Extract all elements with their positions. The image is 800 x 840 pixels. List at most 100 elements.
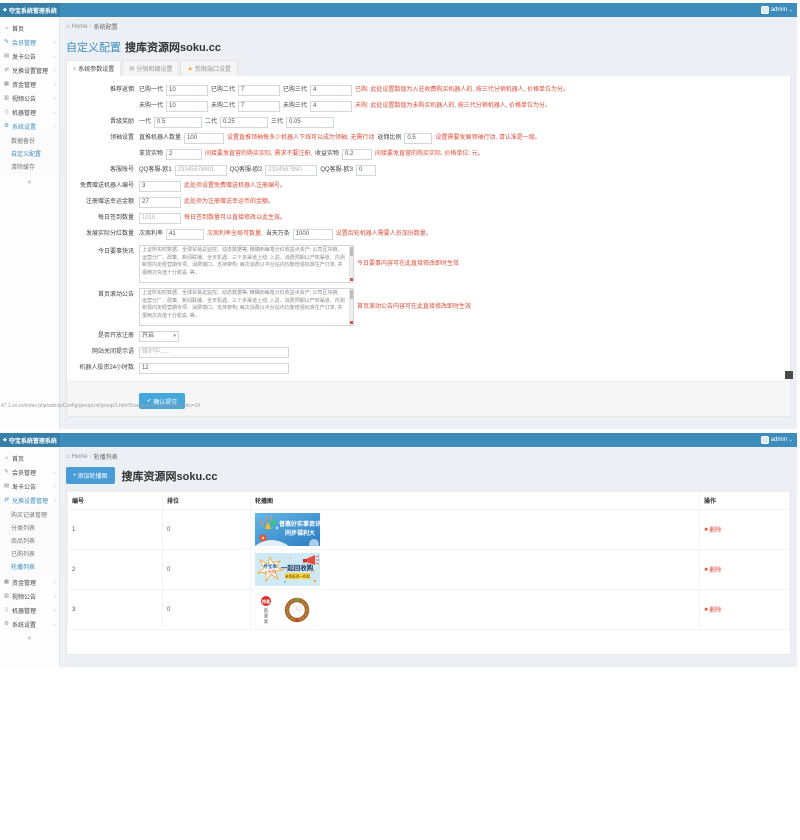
money-icon: ▦: [3, 81, 10, 87]
warning-icon: ▲: [187, 66, 192, 72]
form-row-label: 今日要事快讯: [67, 245, 139, 258]
brand-logo[interactable]: ◆ 夺宝系统管理系统: [0, 3, 60, 17]
delete-button[interactable]: ✖删除: [704, 605, 721, 614]
text-input[interactable]: 1000: [293, 229, 333, 240]
sidebar-item-0[interactable]: ⌂首页: [0, 451, 59, 465]
config-tabs: ≡系统参数设置▤分销明细设置▲受限端口设置: [66, 60, 791, 76]
sidebar-item-1[interactable]: ✎会员管理∨: [0, 465, 59, 479]
hint-text: 每日签到数量可以直接修改以此生效。: [184, 213, 286, 224]
breadcrumb-home[interactable]: Home: [72, 24, 88, 30]
sidebar-item-6[interactable]: ▯机器管理∨: [0, 603, 59, 617]
text-input[interactable]: 2334567890: [265, 165, 317, 176]
scrollbar-button[interactable]: [350, 321, 353, 324]
delete-button[interactable]: ✖删除: [704, 525, 721, 534]
sidebar-item-4[interactable]: ▦资金管理∨: [0, 575, 59, 589]
scrollbar[interactable]: [349, 289, 353, 325]
select-input[interactable]: 开启▾: [139, 331, 179, 342]
sidebar-item-7[interactable]: ⚙系统设置∨: [0, 119, 59, 133]
text-input[interactable]: 100: [184, 133, 224, 144]
sidebar-item-5[interactable]: ▥视频公告∨: [0, 589, 59, 603]
form-row-label: 是否开放注册: [67, 331, 139, 342]
text-input[interactable]: 7: [238, 101, 280, 112]
tab-1[interactable]: ▤分销明细设置: [122, 60, 179, 76]
scrollbar-thumb[interactable]: [350, 247, 353, 256]
sidebar-item-4[interactable]: ▦资金管理∨: [0, 77, 59, 91]
form-row-0: 推荐返佣已购一代10已购二代7已购三代4已购: 此处设置数值为入驻收费购买机器人…: [67, 85, 790, 96]
text-input[interactable]: 23345678901: [175, 165, 227, 176]
sidebar-item-1[interactable]: ✎会员管理∨: [0, 35, 59, 49]
chevron-down-icon: ∨: [53, 40, 56, 44]
sidebar-subitem-3-0[interactable]: 购买记录管理: [0, 508, 59, 521]
scrollbar-thumb[interactable]: [350, 290, 353, 299]
banner1-text-line2: 同步福利大: [285, 529, 315, 537]
banner-image-3: 惊喜 就 要 爱: [255, 593, 318, 626]
sidebar-item-3[interactable]: ⇄兑换设置管理∨: [0, 63, 59, 77]
text-input[interactable]: 0: [356, 165, 376, 176]
form-row-fields: 直推机器人数量100设置直推领袖每多少机器人下线可以成为领袖, 无需行动返佣比例…: [139, 133, 541, 144]
cell-banner: 普惠好实事资讯 同步福利大: [251, 510, 700, 550]
text-input[interactable]: 0.05: [286, 117, 334, 128]
close-icon: ✖: [704, 527, 708, 533]
add-banner-button[interactable]: + 添加轮播图: [66, 467, 115, 484]
cell-actions: ✖删除: [700, 510, 790, 550]
chevron-down-icon: ∨: [53, 622, 56, 626]
text-input[interactable]: 4: [310, 85, 352, 96]
text-input[interactable]: 2: [166, 149, 202, 160]
textarea-input[interactable]: 上证所实时数据、全球贸易总监控、动态数据等, 精确到每笔分红收益点资产; 公司区…: [139, 288, 354, 326]
list-icon: ▤: [129, 66, 134, 72]
text-input[interactable]: 0.25: [220, 117, 268, 128]
sidebar-subitem-7-1[interactable]: 自定义配置: [0, 147, 59, 160]
sidebar-item-7[interactable]: ⚙系统设置∨: [0, 617, 59, 631]
textarea-input[interactable]: 上证所实时数据、全球贸易总监控、动态数据等, 精确到每笔分红收益点资产; 公司区…: [139, 245, 354, 283]
brand-logo-2[interactable]: ◆ 夺宝系统管理系统: [0, 433, 60, 447]
chevron-down-icon: ∨: [53, 470, 56, 474]
text-input[interactable]: 41: [166, 229, 204, 240]
text-input[interactable]: 10: [166, 85, 208, 96]
text-input[interactable]: 7: [238, 85, 280, 96]
text-input[interactable]: 1010: [139, 213, 181, 224]
form-row-fields: 开启▾: [139, 331, 179, 342]
text-input[interactable]: 4: [310, 101, 352, 112]
tab-label: 受限端口设置: [195, 64, 231, 73]
form-row-10: 今日要事快讯上证所实时数据、全球贸易总监控、动态数据等, 精确到每笔分红收益点资…: [67, 245, 790, 283]
form-row-label: 免费赠送机器人编号: [67, 181, 139, 192]
scrollbar-button[interactable]: [350, 278, 353, 281]
sidebar-subitem-3-1[interactable]: 分类列表: [0, 521, 59, 534]
banner-table: 编号排位轮播图操作10 普惠好实事资讯 同步福利大 ✖删除20 寻宝季 上新啦 …: [67, 491, 790, 630]
text-input[interactable]: 维护中......: [139, 347, 289, 358]
column-header-3: 操作: [700, 492, 790, 510]
scrollbar[interactable]: [349, 246, 353, 282]
sidebar-collapse-button[interactable]: «: [0, 175, 59, 190]
text-input[interactable]: 10: [166, 101, 208, 112]
table-row: 10 普惠好实事资讯 同步福利大 ✖删除: [68, 510, 790, 550]
sidebar-collapse-button[interactable]: «: [0, 631, 59, 646]
sidebar-subitem-7-2[interactable]: 清除缓存: [0, 160, 59, 173]
sidebar-item-3[interactable]: ⇄兑换设置管理∨: [0, 493, 59, 507]
sidebar-subitem-7-0[interactable]: 数据备份: [0, 134, 59, 147]
text-input[interactable]: 0.2: [342, 149, 372, 160]
user-menu[interactable]: admin ∨: [761, 6, 797, 14]
sidebar-item-0[interactable]: ⌂首页: [0, 21, 59, 35]
cell-actions: ✖删除: [700, 550, 790, 590]
sidebar-item-5[interactable]: ▥视频公告∨: [0, 91, 59, 105]
field-sublabel: 次周利率: [139, 229, 163, 240]
sidebar-subitem-3-3[interactable]: 已购列表: [0, 547, 59, 560]
user-menu-2[interactable]: admin ∨: [761, 436, 797, 444]
text-input[interactable]: 27: [139, 197, 181, 208]
sidebar-item-2[interactable]: ▤发卡公告∨: [0, 479, 59, 493]
form-row-fields: QQ客服-欧123345678901QQ客服-欧22334567890QQ客服-…: [139, 165, 376, 176]
sidebar-subitem-3-4[interactable]: 轮播列表: [0, 560, 59, 573]
delete-label: 删除: [709, 525, 721, 534]
form-row-label: 晋级奖励: [67, 117, 139, 128]
breadcrumb-home[interactable]: Home: [72, 454, 88, 460]
delete-button[interactable]: ✖删除: [704, 565, 721, 574]
tab-2[interactable]: ▲受限端口设置: [180, 60, 237, 76]
text-input[interactable]: 0.5: [404, 133, 432, 144]
text-input[interactable]: 3: [139, 181, 181, 192]
sidebar-item-2[interactable]: ▤发卡公告∨: [0, 49, 59, 63]
text-input[interactable]: 0.5: [154, 117, 202, 128]
sidebar-subitem-3-2[interactable]: 商品列表: [0, 534, 59, 547]
sidebar-item-6[interactable]: ▯机器管理∨: [0, 105, 59, 119]
text-input[interactable]: 12: [139, 363, 289, 374]
tab-0[interactable]: ≡系统参数设置: [66, 60, 121, 76]
